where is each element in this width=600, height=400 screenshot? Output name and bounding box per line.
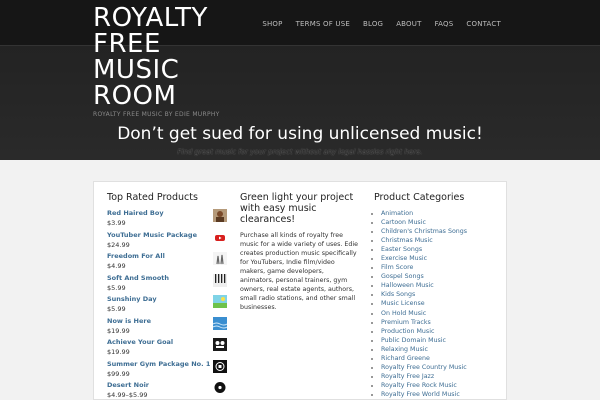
hero-subtitle: Find great music for your project withou… xyxy=(177,148,423,156)
category-link[interactable]: Music License xyxy=(381,300,425,307)
nav-faqs[interactable]: FAQS xyxy=(435,20,454,28)
category-item[interactable]: Animation xyxy=(381,209,499,218)
category-list: Animation Cartoon Music Children's Chris… xyxy=(374,209,499,399)
category-link[interactable]: Animation xyxy=(381,210,413,217)
water-thumb-icon[interactable] xyxy=(213,316,227,330)
youtube-thumb-icon[interactable] xyxy=(213,230,227,244)
logo-line: FREE xyxy=(93,29,161,59)
category-item[interactable]: Relaxing Music xyxy=(381,345,499,354)
product-item[interactable]: Red Haired Boy $3.99 xyxy=(107,209,232,231)
category-item[interactable]: Public Domain Music xyxy=(381,336,499,345)
category-item[interactable]: Easter Songs xyxy=(381,245,499,254)
category-item[interactable]: Premium Tracks xyxy=(381,318,499,327)
category-link[interactable]: Relaxing Music xyxy=(381,346,428,353)
category-item[interactable]: Exercise Music xyxy=(381,254,499,263)
portrait-thumb-icon[interactable] xyxy=(213,209,227,222)
nav-terms-of-use[interactable]: TERMS OF USE xyxy=(296,20,350,28)
category-item[interactable]: Film Score xyxy=(381,263,499,272)
category-item[interactable]: Cartoon Music xyxy=(381,218,499,227)
gym-thumb-icon[interactable] xyxy=(213,359,227,373)
category-item[interactable]: Halloween Music xyxy=(381,281,499,290)
nav-blog[interactable]: BLOG xyxy=(363,20,383,28)
nav-about[interactable]: ABOUT xyxy=(396,20,421,28)
category-item[interactable]: Kids Songs xyxy=(381,290,499,299)
top-rated-heading: Top Rated Products xyxy=(107,192,198,203)
top-rated-widget: Top Rated Products Red Haired Boy $3.99 … xyxy=(107,192,232,399)
category-link[interactable]: Children's Christmas Songs xyxy=(381,228,467,235)
product-item[interactable]: Summer Gym Package No. 1 $99.99 xyxy=(107,359,232,382)
category-link[interactable]: Royalty Free World Music xyxy=(381,391,460,398)
promo-body: Purchase all kinds of royalty free music… xyxy=(240,232,359,311)
category-link[interactable]: Gospel Songs xyxy=(381,273,424,280)
logo-line: ROOM xyxy=(93,81,177,111)
site-logo[interactable]: ROYALTY FREE MUSIC ROOM xyxy=(93,5,243,109)
product-item[interactable]: Soft And Smooth $5.99 xyxy=(107,273,232,296)
category-item[interactable]: Royalty Free Country Music xyxy=(381,363,499,372)
category-item[interactable]: Royalty Free Jazz xyxy=(381,372,499,381)
category-item[interactable]: Royalty Free World Music xyxy=(381,390,499,399)
product-item[interactable]: Sunshiny Day $5.99 xyxy=(107,295,232,317)
category-link[interactable]: Public Domain Music xyxy=(381,337,446,344)
logo-line: ROYALTY xyxy=(93,3,208,33)
category-link[interactable]: Royalty Free Jazz xyxy=(381,373,434,380)
category-item[interactable]: Children's Christmas Songs xyxy=(381,227,499,236)
category-item[interactable]: Production Music xyxy=(381,327,499,336)
main-nav: SHOP TERMS OF USE BLOG ABOUT FAQS CONTAC… xyxy=(249,20,501,28)
product-item[interactable]: Achieve Your Goal $19.99 xyxy=(107,338,232,360)
sunny-landscape-thumb-icon[interactable] xyxy=(213,295,227,308)
category-link[interactable]: Royalty Free Rock Music xyxy=(381,382,457,389)
hands-thumb-icon[interactable] xyxy=(213,252,227,265)
product-item[interactable]: YouTuber Music Package $24.99 xyxy=(107,230,232,253)
category-link[interactable]: Exercise Music xyxy=(381,255,427,262)
nav-contact[interactable]: CONTACT xyxy=(466,20,501,28)
categories-widget: Product Categories Animation Cartoon Mus… xyxy=(374,192,499,399)
category-item[interactable]: Christmas Music xyxy=(381,236,499,245)
categories-heading: Product Categories xyxy=(374,192,465,203)
piano-keys-thumb-icon[interactable] xyxy=(213,273,227,287)
category-link[interactable]: Richard Greene xyxy=(381,355,430,362)
record-thumb-icon[interactable] xyxy=(213,381,227,394)
product-item[interactable]: Desert Noir $4.99–$5.99 xyxy=(107,381,232,399)
category-item[interactable]: Music License xyxy=(381,299,499,308)
category-link[interactable]: Kids Songs xyxy=(381,291,415,298)
category-link[interactable]: Easter Songs xyxy=(381,246,422,253)
category-item[interactable]: Gospel Songs xyxy=(381,272,499,281)
category-link[interactable]: Christmas Music xyxy=(381,237,433,244)
category-link[interactable]: Production Music xyxy=(381,328,434,335)
content-panel: Top Rated Products Red Haired Boy $3.99 … xyxy=(93,181,507,400)
category-link[interactable]: Film Score xyxy=(381,264,413,271)
hero-title: Don’t get sued for using unlicensed musi… xyxy=(117,124,483,144)
category-link[interactable]: Halloween Music xyxy=(381,282,434,289)
product-item[interactable]: Now is Here $19.99 xyxy=(107,316,232,339)
category-link[interactable]: On Hold Music xyxy=(381,310,426,317)
site-tagline: ROYALTY FREE MUSIC BY EDIE MURPHY xyxy=(93,111,220,118)
logo-line: MUSIC xyxy=(93,55,180,85)
site-header: ROYALTY FREE MUSIC ROOM ROYALTY FREE MUS… xyxy=(0,0,600,160)
team-thumb-icon[interactable] xyxy=(213,338,227,351)
category-link[interactable]: Cartoon Music xyxy=(381,219,426,226)
promo-heading: Green light your project with easy music… xyxy=(240,192,354,225)
category-item[interactable]: Royalty Free Rock Music xyxy=(381,381,499,390)
category-link[interactable]: Royalty Free Country Music xyxy=(381,364,467,371)
promo-widget: Green light your project with easy music… xyxy=(240,192,358,312)
category-item[interactable]: Richard Greene xyxy=(381,354,499,363)
category-link[interactable]: Premium Tracks xyxy=(381,319,431,326)
nav-shop[interactable]: SHOP xyxy=(262,20,282,28)
product-item[interactable]: Freedom For All $4.99 xyxy=(107,252,232,274)
category-item[interactable]: On Hold Music xyxy=(381,309,499,318)
